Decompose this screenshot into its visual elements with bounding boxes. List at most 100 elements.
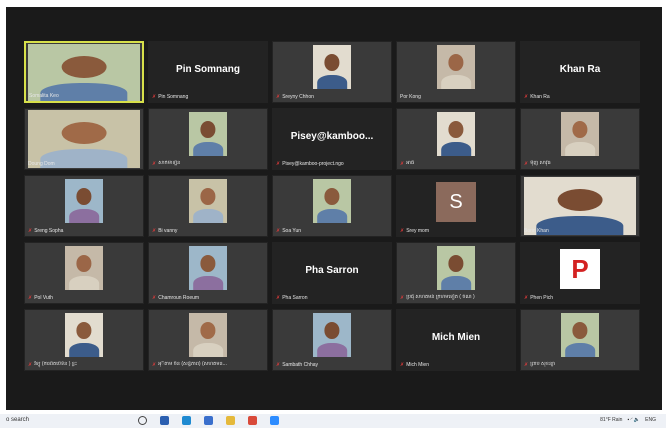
participant-video [65, 313, 103, 357]
participant-video [189, 179, 227, 223]
person-torso [565, 141, 595, 156]
participant-name: Phen Pich [530, 295, 553, 301]
participant-tile[interactable]: Somalita Keo [24, 41, 144, 103]
participant-name: Somalita Keo [29, 93, 59, 99]
participant-tile[interactable]: ✗ ប្រជុំ សហគមន៍ ក្រហមទៀត ( ចំណ ) [396, 242, 516, 304]
person-head [448, 53, 464, 71]
participant-tile[interactable]: ✗ Sreng Sopha [24, 175, 144, 237]
muted-mic-icon: ✗ [28, 228, 33, 234]
participant-name-label: ✗ Srey mom [400, 228, 512, 234]
participant-name-label: ✗ Pol Vuth [28, 295, 140, 301]
participant-avatar-letter: P [560, 249, 600, 289]
widgets-icon[interactable] [160, 416, 169, 425]
participant-tile[interactable]: S ✗ Srey mom [396, 175, 516, 237]
chrome-icon[interactable] [248, 416, 257, 425]
participant-video [437, 45, 475, 89]
person-head [76, 254, 92, 272]
participant-tile[interactable]: P ✗ Phen Pich [520, 242, 640, 304]
participant-tile[interactable]: ✗ អាធី [396, 108, 516, 170]
person-head [200, 254, 216, 272]
participant-avatar-letter: S [436, 182, 476, 222]
participant-name-label: ✗ Mich Mien [400, 362, 512, 368]
participant-video [65, 246, 103, 290]
participant-tile[interactable]: ✗ សាក់ម៉ាទ្បីន [148, 108, 268, 170]
edge-icon[interactable] [182, 416, 191, 425]
participant-name: Pin Somnang [158, 94, 189, 100]
participant-video [189, 246, 227, 290]
participant-tile[interactable]: ✗ Bi vanny [148, 175, 268, 237]
person-head [76, 321, 92, 339]
muted-mic-icon: ✗ [152, 361, 157, 368]
participant-tile[interactable]: ✗ អុ៊ីតាម ចឹន (សន្ធិភាព) (សហគមន... [148, 309, 268, 371]
participant-tile[interactable]: ✗ Soa Yun [272, 175, 392, 237]
participant-name: Pisey@kamboo-project.ngo [282, 161, 344, 167]
task-view-icon[interactable] [138, 416, 147, 425]
participant-tile[interactable]: Pin Somnang ✗ Pin Somnang [148, 41, 268, 103]
person-head [324, 187, 340, 205]
person-torso [317, 208, 347, 223]
explorer-icon[interactable] [226, 416, 235, 425]
participant-tile[interactable]: Pha Sarron ✗ Pha Sarron [272, 242, 392, 304]
participant-name: Sreng Sopha [34, 228, 64, 234]
person-torso [317, 342, 347, 357]
participant-tile[interactable]: ✗ ម៉ិញ សាវុធ [520, 108, 640, 170]
muted-mic-icon: ✗ [152, 228, 157, 234]
participant-name-label: Somalita Keo [29, 93, 139, 99]
participant-tile[interactable]: Pisey@kamboo... ✗ Pisey@kamboo-project.ngo [272, 108, 392, 170]
participant-name-label: Doung Dom [28, 161, 140, 167]
participant-name-label: Por Kong [400, 94, 512, 100]
participant-gallery: Somalita Keo Pin Somnang ✗ Pin Somnang ✗ Srey… [24, 41, 640, 371]
muted-mic-icon: ✗ [276, 362, 281, 368]
participant-name-label: ✗ វិទ្យុ (ការពិតបើទិន ) ខ្លះ [28, 361, 140, 368]
person-torso [193, 342, 223, 357]
participant-name-label: ✗ ម៉ិញ សាវុធ [524, 160, 636, 167]
muted-mic-icon: ✗ [400, 228, 405, 234]
participant-video [313, 45, 351, 89]
muted-mic-icon: ✗ [400, 362, 405, 368]
participant-tile[interactable]: Khan Ra ✗ Khan Ra [520, 41, 640, 103]
participant-name: សាក់ម៉ាទ្បីន [158, 160, 181, 166]
language-label[interactable]: ENG [645, 417, 656, 423]
zoom-icon[interactable] [270, 416, 279, 425]
participant-tile[interactable]: Por Kong [396, 41, 516, 103]
muted-mic-icon: ✗ [524, 361, 529, 368]
participant-video [189, 112, 227, 156]
participant-name-display: Pha Sarron [305, 265, 359, 276]
person-torso [193, 208, 223, 223]
muted-mic-icon: ✗ [152, 160, 157, 167]
participant-tile[interactable]: Borin Khan [520, 175, 640, 237]
participant-name: ប្រជុំ សហគមន៍ ក្រហមទៀត ( ចំណ ) [406, 294, 475, 300]
participant-name-display: Pin Somnang [176, 64, 240, 75]
participant-name-label: ✗ Phen Pich [524, 295, 636, 301]
zoom-meeting-window: Somalita Keo Pin Somnang ✗ Pin Somnang ✗ Srey… [6, 7, 662, 410]
participant-tile[interactable]: ✗ Sambath Chhay [272, 309, 392, 371]
participant-name-label: ✗ Chamroun Roeum [152, 295, 264, 301]
person-torso [565, 342, 595, 357]
participant-name-label: ✗ ប្រជុំ សហគមន៍ ក្រហមទៀត ( ចំណ ) [400, 294, 512, 301]
person-torso [317, 74, 347, 89]
participant-name-label: ✗ Khan Ra [524, 94, 636, 100]
participant-tile[interactable]: ✗ ព្រាប សុខន្យា [520, 309, 640, 371]
store-icon[interactable] [204, 416, 213, 425]
participant-name-label: ✗ Bi vanny [152, 228, 264, 234]
participant-tile[interactable]: ✗ Chamroun Roeum [148, 242, 268, 304]
person-torso [193, 275, 223, 290]
participant-tile[interactable]: Mich Mien ✗ Mich Mien [396, 309, 516, 371]
person-head [448, 120, 464, 138]
person-head [448, 254, 464, 272]
participant-name: Borin Khan [524, 228, 549, 234]
participant-tile[interactable]: Doung Dom [24, 108, 144, 170]
person-head [572, 321, 588, 339]
weather-label[interactable]: 81°F Rain [600, 417, 622, 423]
participant-tile[interactable]: ✗ Pol Vuth [24, 242, 144, 304]
muted-mic-icon: ✗ [400, 160, 405, 167]
windows-taskbar: o search 81°F Rain ▪ ◜ 🔈 ENG [0, 414, 666, 428]
participant-name: Sreyny Chhon [282, 94, 314, 100]
person-torso [69, 342, 99, 357]
participant-tile[interactable]: ✗ Sreyny Chhon [272, 41, 392, 103]
taskbar-search[interactable]: o search [6, 417, 29, 423]
participant-name: Pol Vuth [34, 295, 53, 301]
person-torso [441, 74, 471, 89]
participant-tile[interactable]: ✗ វិទ្យុ (ការពិតបើទិន ) ខ្លះ [24, 309, 144, 371]
participant-name: Srey mom [406, 228, 429, 234]
